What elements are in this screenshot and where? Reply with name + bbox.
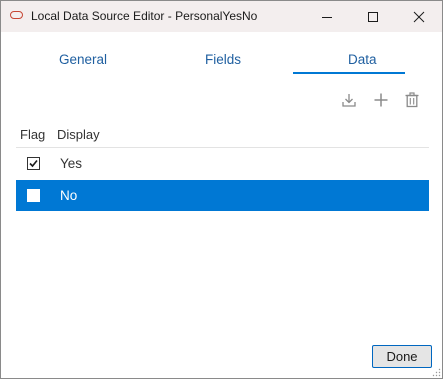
- minimize-button[interactable]: [304, 1, 350, 32]
- done-button[interactable]: Done: [372, 345, 432, 368]
- maximize-icon: [368, 11, 378, 22]
- import-icon: [342, 94, 356, 107]
- tab-general[interactable]: General: [59, 52, 107, 67]
- column-header-flag[interactable]: Flag: [20, 127, 45, 142]
- editor-window: Local Data Source Editor - PersonalYesNo…: [0, 0, 443, 379]
- title-bar[interactable]: Local Data Source Editor - PersonalYesNo: [1, 1, 442, 32]
- delete-button[interactable]: [402, 91, 422, 109]
- resize-grip-icon[interactable]: [431, 367, 441, 377]
- minimize-icon: [322, 16, 332, 18]
- tab-fields[interactable]: Fields: [205, 52, 241, 67]
- display-cell: Yes: [60, 156, 83, 171]
- oracle-logo-icon: [10, 11, 23, 19]
- flag-checkbox[interactable]: [27, 189, 40, 202]
- column-header-display[interactable]: Display: [57, 127, 100, 142]
- table-row[interactable]: Yes: [16, 148, 429, 179]
- maximize-button[interactable]: [350, 1, 396, 32]
- tab-data[interactable]: Data: [348, 52, 377, 67]
- table-row-selected[interactable]: No: [16, 180, 429, 211]
- close-button[interactable]: [396, 1, 442, 32]
- display-cell: No: [60, 188, 78, 203]
- tab-bar: General Fields Data: [1, 32, 442, 76]
- checkmark-icon: [29, 159, 38, 168]
- import-button[interactable]: [339, 91, 359, 109]
- close-icon: [413, 11, 425, 22]
- window-title: Local Data Source Editor - PersonalYesNo: [31, 9, 258, 23]
- flag-checkbox[interactable]: [27, 157, 40, 170]
- active-tab-indicator: [293, 72, 405, 74]
- add-icon: [374, 93, 388, 107]
- delete-icon: [405, 92, 419, 108]
- add-button[interactable]: [371, 91, 391, 109]
